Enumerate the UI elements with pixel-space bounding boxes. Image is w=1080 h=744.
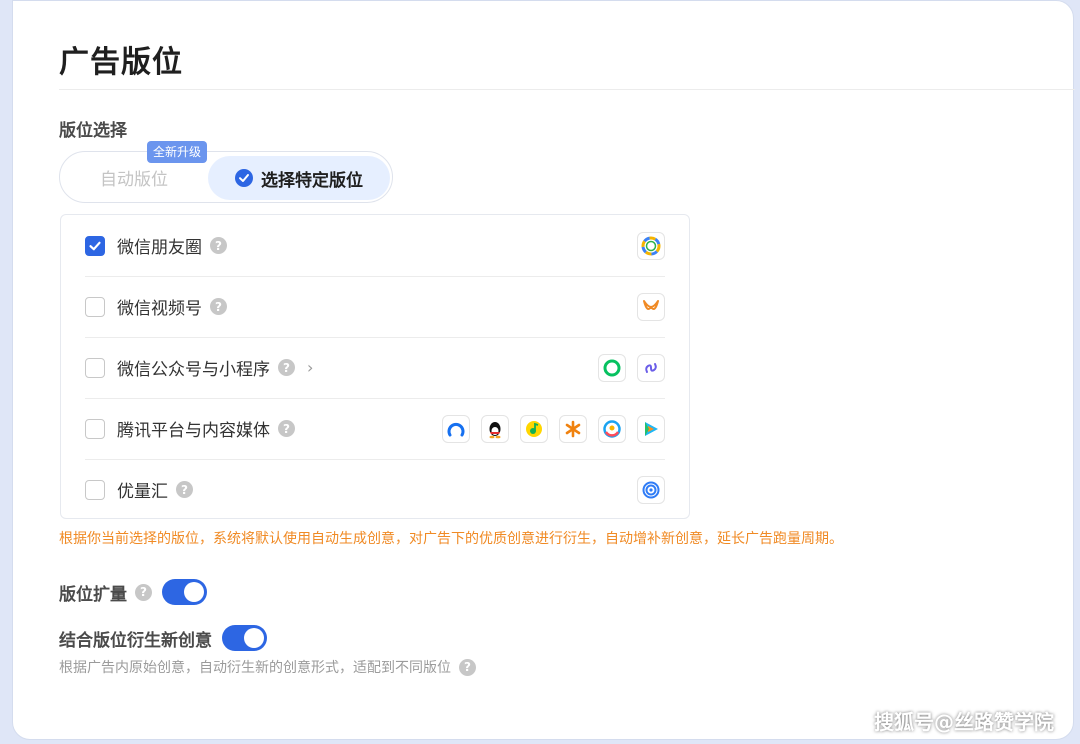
placement-section-label: 版位选择	[59, 121, 127, 141]
channels-checkbox[interactable]	[85, 296, 105, 317]
placement-label: 微信朋友圈	[117, 238, 202, 258]
derive-description: 根据广告内原始创意，自动衍生新的创意形式，适配到不同版位 ?	[59, 657, 476, 677]
help-icon[interactable]: ?	[210, 237, 227, 254]
derive-label: 结合版位衍生新创意	[59, 630, 212, 651]
channels-icon	[637, 292, 665, 321]
derive-toggle[interactable]	[222, 625, 267, 651]
help-icon[interactable]: ?	[210, 298, 227, 315]
official-account-checkbox[interactable]	[85, 357, 105, 378]
help-icon[interactable]: ?	[459, 658, 476, 676]
page-title: 广告版位	[59, 45, 183, 80]
youlianghui-icon	[637, 475, 665, 504]
tencent-media-checkbox[interactable]	[85, 418, 105, 439]
specific-placement-label: 选择特定版位	[261, 170, 363, 191]
youlianghui-checkbox[interactable]	[85, 479, 105, 500]
placement-mode-switch: 自动版位 选择特定版位	[59, 151, 393, 203]
qq-music-icon	[520, 414, 548, 443]
placement-row-channels[interactable]: 微信视频号 ?	[85, 276, 665, 337]
derive-creative-setting: 结合版位衍生新创意	[59, 625, 267, 651]
official-account-icon	[598, 353, 626, 382]
upgrade-badge: 全新升级	[147, 141, 208, 163]
title-divider	[59, 89, 1075, 90]
placement-label: 腾讯平台与内容媒体	[117, 421, 270, 441]
derive-desc-text: 根据广告内原始创意，自动衍生新的创意形式，适配到不同版位	[59, 660, 451, 676]
placement-row-youlianghui[interactable]: 优量汇 ?	[85, 459, 665, 520]
kuaibao-icon	[559, 414, 587, 443]
tencent-news-icon	[442, 414, 470, 443]
qq-icon	[481, 414, 509, 443]
ad-placement-card: 广告版位 版位选择 自动版位 选择特定版位 全新升级 微信朋友圈 ? 微信视频号…	[12, 0, 1075, 740]
specific-placement-option[interactable]: 选择特定版位	[208, 156, 390, 200]
help-icon[interactable]: ?	[278, 420, 295, 437]
check-circle-icon	[235, 169, 253, 187]
help-icon[interactable]: ?	[278, 359, 295, 376]
placement-expansion-setting: 版位扩量 ?	[59, 579, 207, 605]
mini-program-icon	[637, 353, 665, 382]
tencent-news-app-icon	[598, 414, 626, 443]
placement-row-official-account[interactable]: 微信公众号与小程序 ? ›	[85, 337, 665, 398]
help-icon[interactable]: ?	[135, 583, 152, 601]
placement-label: 微信公众号与小程序	[117, 360, 270, 380]
placement-row-tencent-media[interactable]: 腾讯平台与内容媒体 ?	[85, 398, 665, 459]
expansion-toggle[interactable]	[162, 579, 207, 605]
moments-checkbox[interactable]	[85, 235, 105, 256]
help-icon[interactable]: ?	[176, 481, 193, 498]
moments-icon	[637, 231, 665, 260]
chevron-right-icon[interactable]: ›	[307, 358, 313, 377]
watermark: 搜狐号@丝路赞学院	[874, 710, 1054, 734]
placement-row-moments[interactable]: 微信朋友圈 ?	[85, 215, 665, 276]
placement-label: 微信视频号	[117, 299, 202, 319]
placement-label: 优量汇	[117, 482, 168, 502]
expansion-label: 版位扩量	[59, 584, 127, 605]
placement-notice: 根据你当前选择的版位，系统将默认使用自动生成创意，对广告下的优质创意进行衍生，自…	[59, 531, 843, 547]
tencent-video-icon	[637, 414, 665, 443]
auto-placement-label: 自动版位	[100, 169, 168, 190]
placement-list: 微信朋友圈 ? 微信视频号 ? 微信公众号与小程序 ? › 腾讯平台与内容媒体 …	[60, 214, 690, 519]
